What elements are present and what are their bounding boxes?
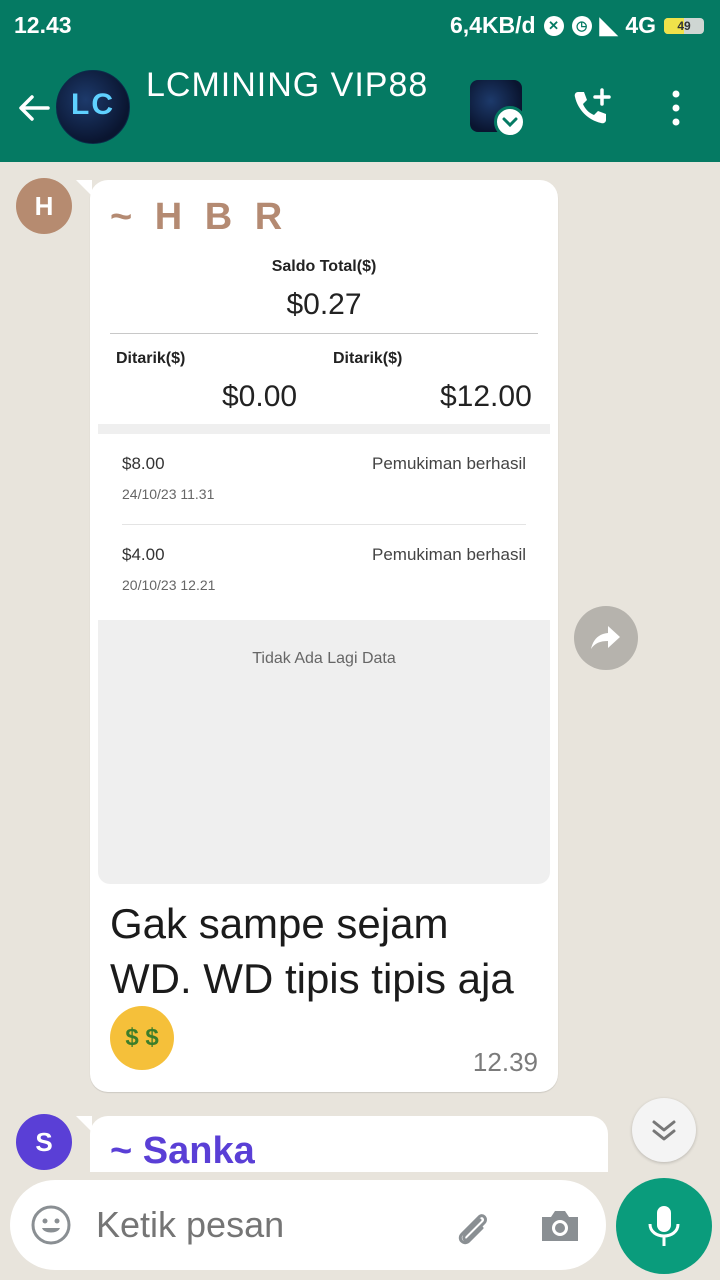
chat-messages[interactable]: H ~ H B R Saldo Total($) $0.27 Ditarik($… [0,162,720,1172]
status-time: 12.43 [14,12,72,38]
sender-name[interactable]: ~ H B R [110,196,288,239]
saldo-value: $0.27 [286,288,362,321]
chat-header: LC LCMINING VIP88 [0,52,720,162]
image-attachment[interactable]: Saldo Total($) $0.27 Ditarik($) Ditarik(… [98,244,550,944]
saldo-label: Saldo Total($) [271,258,377,275]
close-circle-icon: ✕ [543,15,564,36]
battery-level: 49 [677,18,691,33]
data-rate: 6,4KB/d [449,12,536,38]
transaction-amount: $4.00 [122,545,165,564]
battery-icon: 49 [664,17,704,34]
message-input[interactable] [96,1204,416,1246]
transaction-row: $4.00 20/10/23 12.21 Pemukiman berhasil [122,524,526,613]
emoji-icon[interactable] [30,1204,72,1246]
group-avatar[interactable]: LC [56,70,130,144]
chevron-down-icon [494,106,526,138]
signal-icon: ◣ [599,12,618,38]
composer [0,1172,720,1280]
divider [110,333,538,334]
ditarik-value: $12.00 [440,380,532,413]
transaction-date: 24/10/23 11.31 [122,486,215,502]
message-text: Gak sampe sejam WD. WD tipis tipis aja [110,900,514,1002]
money-mouth-face-icon: $ $ [110,1006,174,1070]
message-bubble[interactable]: ~ Sanka [76,1116,608,1172]
transaction-status: Pemukiman berhasil [371,454,526,473]
scroll-to-bottom-button[interactable] [632,1098,696,1162]
forward-button[interactable] [574,606,638,670]
camera-icon[interactable] [538,1206,582,1246]
ditarik-label: Ditarik($) [116,350,186,367]
sender-name[interactable]: ~ Sanka [110,1130,255,1172]
avatar-sanka[interactable]: S [16,1114,72,1170]
more-vert-icon[interactable] [664,88,688,128]
forward-icon [591,626,620,649]
chat-title[interactable]: LCMINING VIP88 [146,66,428,105]
alarm-icon: ◷ [571,15,592,36]
message-bubble[interactable]: ~ H B R Saldo Total($) $0.27 Ditarik($) … [76,180,558,1092]
mic-icon [648,1206,680,1246]
status-icons: 6,4KB/d ✕ ◷ ◣ 4G 49 [450,12,704,39]
community-thumbnail[interactable] [470,80,526,138]
message-text-container: Gak sampe sejam WD. WD tipis tipis aja $… [110,896,530,1070]
status-bar: 12.43 6,4KB/d ✕ ◷ ◣ 4G 49 [0,0,720,52]
ditarik-value: $0.00 [222,380,298,413]
transaction-list: $8.00 24/10/23 11.31 Pemukiman berhasil … [98,434,550,620]
transaction-status: Pemukiman berhasil [371,545,526,564]
attach-icon[interactable] [450,1206,494,1250]
add-call-icon[interactable] [570,86,616,130]
message-time: 12.39 [472,1047,538,1077]
mic-button[interactable] [616,1178,712,1274]
transaction-date: 20/10/23 12.21 [122,577,216,593]
group-avatar-logo: LC [71,88,115,121]
transaction-amount: $8.00 [122,454,165,473]
ditarik-label: Ditarik($) [333,350,403,367]
transaction-row: $8.00 24/10/23 11.31 Pemukiman berhasil [122,434,526,522]
message-input-container [10,1180,606,1270]
no-more-data: Tidak Ada Lagi Data [252,650,396,667]
avatar-hbr[interactable]: H [16,178,72,234]
double-chevron-down-icon [652,1120,676,1141]
back-arrow-icon[interactable] [14,88,54,128]
network-type: 4G [625,12,656,38]
